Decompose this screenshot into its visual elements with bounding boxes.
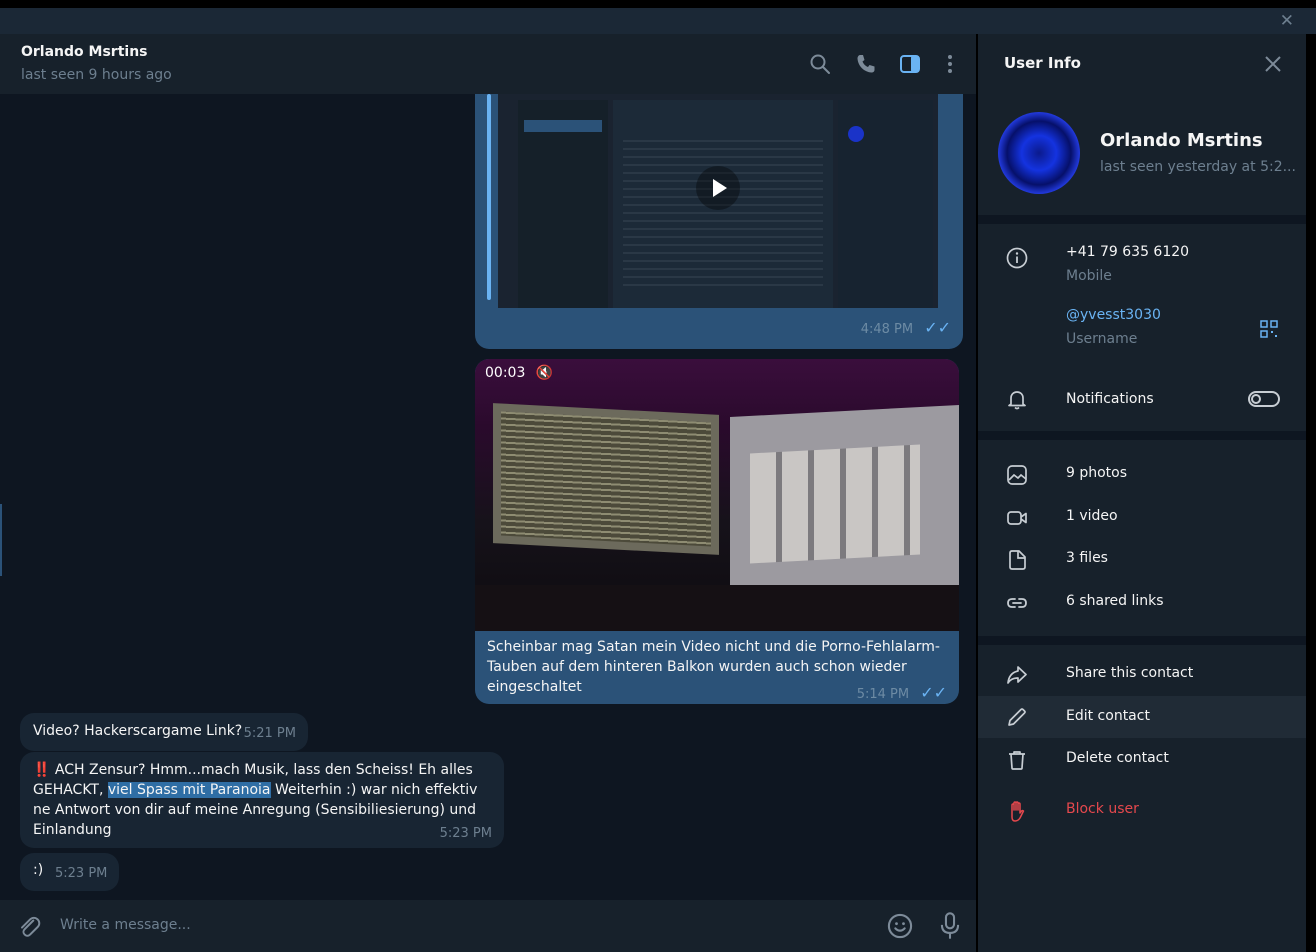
toggle-knob: [1251, 394, 1261, 404]
media-links[interactable]: 6 shared links: [1066, 593, 1164, 609]
video-duration: 00:03: [485, 365, 526, 381]
chat-title[interactable]: Orlando Msrtins: [21, 44, 148, 60]
edit-contact-button[interactable]: Edit contact: [1066, 708, 1150, 724]
attach-icon[interactable]: [16, 914, 42, 940]
message-time: 5:21 PM: [243, 726, 296, 741]
message-text-3: :): [33, 862, 44, 878]
phone-number[interactable]: +41 79 635 6120: [1066, 244, 1189, 260]
message-list[interactable]: 4:48 PM ✓✓ 00:03 🔇 Scheinbar mag Satan m…: [0, 94, 976, 900]
block-hand-icon: [1011, 801, 1025, 822]
selected-text: viel Spass mit Paranoia: [107, 782, 271, 798]
video-overlay: 00:03 🔇: [485, 365, 553, 381]
message-time-2: 5:23 PM: [439, 826, 492, 841]
phone-icon[interactable]: [854, 52, 878, 76]
photo-icon: [1007, 465, 1027, 485]
message-in-1[interactable]: Video? Hackerscargame Link? 5:21 PM: [20, 713, 308, 751]
divider: [978, 215, 1306, 224]
divider: [978, 431, 1306, 440]
message-video-caption-out[interactable]: 00:03 🔇 Scheinbar mag Satan mein Video n…: [475, 359, 959, 704]
chat-panel: Orlando Msrtins last seen 9 hours ago 4:…: [0, 34, 976, 952]
message-video-out[interactable]: 4:48 PM ✓✓: [475, 94, 963, 349]
share-contact-button[interactable]: Share this contact: [1066, 665, 1193, 681]
divider: [978, 636, 1306, 645]
bell-icon: [1008, 391, 1026, 410]
profile-status: last seen yesterday at 5:2...: [1100, 159, 1296, 175]
thumb-monitor-right-screen: [750, 444, 920, 564]
read-checks-icon-2: ✓✓: [920, 683, 947, 702]
message-in-3[interactable]: :) 5:23 PM: [20, 853, 119, 891]
thumb-avatar: [848, 126, 864, 142]
delete-contact-button[interactable]: Delete contact: [1066, 750, 1169, 766]
scroll-indicator: [0, 504, 2, 576]
search-icon[interactable]: [808, 52, 832, 76]
video-thumbnail[interactable]: [498, 94, 938, 308]
title-bar: ✕: [0, 8, 1316, 34]
phone-label: Mobile: [1066, 268, 1112, 284]
window-close-icon[interactable]: ✕: [1280, 11, 1294, 31]
username[interactable]: @yvesst3030: [1066, 307, 1161, 323]
message-time: 4:48 PM: [860, 322, 914, 337]
play-icon: [713, 179, 727, 197]
microphone-icon[interactable]: [936, 911, 964, 941]
chat-header: Orlando Msrtins last seen 9 hours ago: [0, 34, 976, 94]
play-button[interactable]: [696, 166, 740, 210]
close-icon[interactable]: [1263, 54, 1283, 74]
file-icon: [1009, 550, 1026, 570]
notifications-toggle[interactable]: [1248, 391, 1280, 407]
username-label: Username: [1066, 331, 1138, 347]
video-thumbnail-2[interactable]: 00:03 🔇: [475, 359, 959, 631]
sidebar-toggle-icon[interactable]: [898, 52, 922, 76]
message-in-2[interactable]: ‼️ ACH Zensur? Hmm...mach Musik, lass de…: [20, 752, 504, 848]
media-files[interactable]: 3 files: [1066, 550, 1108, 566]
message-time-3: 5:23 PM: [55, 866, 108, 881]
thumb-desk: [475, 585, 959, 631]
read-checks-icon: ✓✓: [924, 318, 951, 337]
right-gutter: [1306, 34, 1316, 952]
double-exclamation-emoji: ‼️: [33, 762, 51, 778]
profile-name: Orlando Msrtins: [1100, 130, 1263, 151]
trash-icon: [1009, 751, 1025, 770]
link-icon: [1007, 598, 1027, 608]
thumb-text-lines: [623, 140, 823, 290]
chat-status: last seen 9 hours ago: [21, 67, 172, 83]
media-video[interactable]: 1 video: [1066, 508, 1118, 524]
composer: Write a message...: [0, 900, 976, 952]
emoji-icon[interactable]: [886, 912, 914, 940]
message-meta-2: 5:14 PM ✓✓: [857, 683, 947, 702]
media-photos[interactable]: 9 photos: [1066, 465, 1127, 481]
pencil-icon: [1008, 708, 1026, 726]
info-icon: [1006, 247, 1028, 269]
avatar[interactable]: [998, 112, 1080, 194]
thumb-monitor-left-screen: [501, 411, 711, 547]
thumb-selected-row: [524, 120, 602, 132]
message-input[interactable]: Write a message...: [60, 917, 191, 933]
more-icon[interactable]: [938, 52, 962, 76]
message-time-2: 5:14 PM: [856, 687, 910, 702]
user-info-panel: User Info Orlando Msrtins last seen yest…: [978, 34, 1306, 952]
qr-code-icon[interactable]: [1260, 320, 1278, 338]
message-meta: 4:48 PM ✓✓: [861, 318, 951, 337]
message-text: Video? Hackerscargame Link?: [33, 723, 243, 739]
share-icon: [1007, 666, 1027, 684]
reply-accent-bar: [487, 94, 491, 300]
video-icon: [1007, 511, 1027, 525]
message-text-2: ‼️ ACH Zensur? Hmm...mach Musik, lass de…: [33, 760, 493, 840]
panel-title: User Info: [1004, 54, 1081, 72]
muted-icon[interactable]: 🔇: [536, 365, 553, 381]
notifications-label: Notifications: [1066, 391, 1154, 407]
block-user-button[interactable]: Block user: [1066, 801, 1139, 817]
